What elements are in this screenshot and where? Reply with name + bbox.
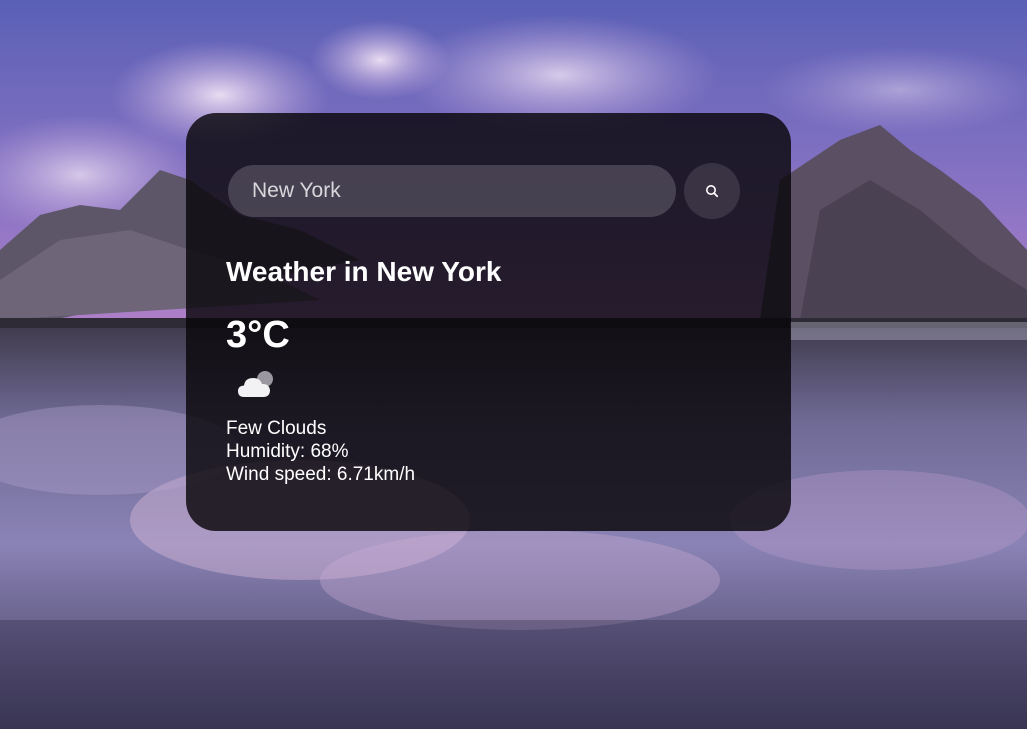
weather-card: Weather in New York 3°C Few Clouds Humid… xyxy=(186,113,791,531)
search-icon xyxy=(706,185,719,198)
search-input[interactable] xyxy=(228,165,676,217)
search-button[interactable] xyxy=(684,163,740,219)
wind-speed: Wind speed: 6.71km/h xyxy=(226,464,416,485)
humidity: Humidity: 68% xyxy=(226,441,349,462)
temperature: 3°C xyxy=(226,314,290,356)
city-title: Weather in New York xyxy=(226,256,502,287)
weather-description: Few Clouds xyxy=(226,418,327,439)
few-clouds-icon xyxy=(238,371,273,397)
search-bar xyxy=(226,163,751,219)
weather-icon-container xyxy=(234,367,282,403)
weather-details: Few Clouds Humidity: 68% Wind speed: 6.7… xyxy=(226,417,751,486)
